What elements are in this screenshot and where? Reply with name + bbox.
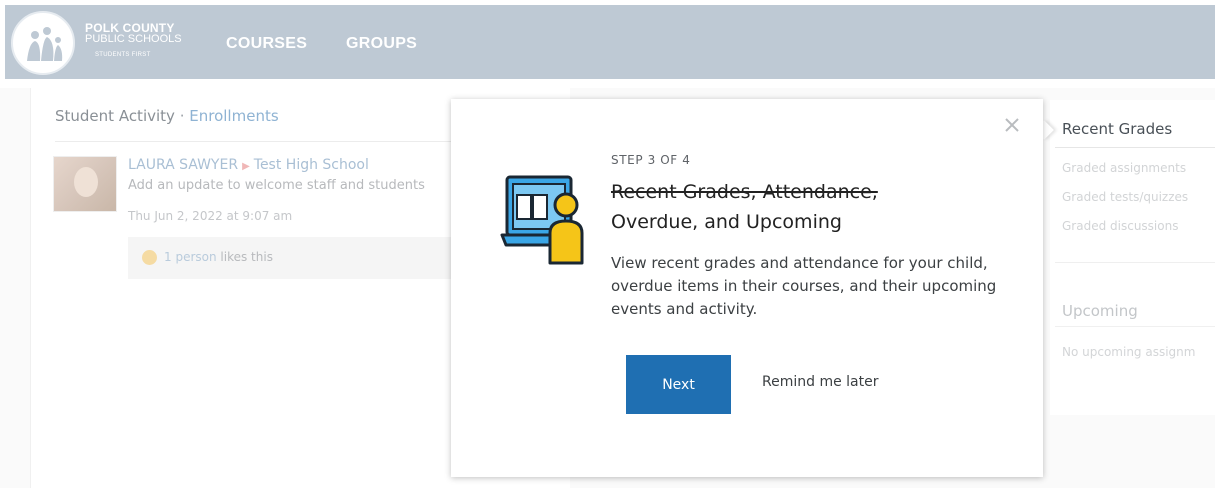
district-logo-icon[interactable] [11, 11, 75, 75]
recent-grades-title: Recent Grades [1062, 120, 1173, 138]
upcoming-empty-text: No upcoming assignm [1062, 345, 1196, 359]
post-header: LAURA SAWYER ▶ Test High School [128, 157, 369, 173]
avatar-face [74, 167, 98, 197]
graded-assignments-link[interactable]: Graded assignments [1062, 161, 1186, 175]
graded-tests-link[interactable]: Graded tests/quizzes [1062, 190, 1188, 204]
upcoming-title: Upcoming [1062, 302, 1138, 320]
close-icon[interactable] [1003, 116, 1021, 134]
enrollments-link[interactable]: Enrollments [189, 107, 278, 125]
avatar[interactable] [53, 156, 117, 212]
nav-groups[interactable]: GROUPS [346, 35, 417, 53]
likes-suffix: likes this [220, 250, 273, 264]
tour-step-indicator: STEP 3 OF 4 [611, 153, 691, 167]
activity-heading: Student Activity · Enrollments [55, 107, 279, 125]
smile-icon [142, 250, 157, 265]
sidebar-divider [1055, 262, 1215, 263]
activity-divider [55, 141, 475, 142]
likes-box: 1 person likes this [128, 237, 458, 279]
next-button[interactable]: Next [626, 355, 731, 414]
title-separator: · [179, 107, 185, 125]
post-date: Thu Jun 2, 2022 at 9:07 am [128, 209, 293, 223]
activity-title: Student Activity [55, 107, 175, 125]
upcoming-divider [1055, 326, 1215, 327]
tour-description: View recent grades and attendance for yo… [611, 254, 997, 318]
graded-discussions-link[interactable]: Graded discussions [1062, 219, 1178, 233]
district-name: POLK COUNTY PUBLIC SCHOOLS STUDENTS FIRS… [85, 22, 182, 58]
post-author-link[interactable]: LAURA SAWYER [128, 157, 238, 173]
likes-count-link[interactable]: 1 person [164, 250, 217, 264]
remind-later-button[interactable]: Remind me later [762, 374, 878, 390]
arrow-right-icon: ▶ [242, 161, 250, 172]
post-school-link[interactable]: Test High School [254, 157, 369, 173]
nav-courses[interactable]: COURSES [226, 35, 307, 53]
tour-title-struck: Recent Grades, Attendance, [611, 181, 878, 203]
laptop-student-icon [500, 175, 590, 269]
tour-title: Overdue, and Upcoming [611, 211, 842, 233]
district-tagline: STUDENTS FIRST [95, 52, 151, 58]
post-body: Add an update to welcome staff and stude… [128, 178, 425, 193]
district-name-line2: PUBLIC SCHOOLS [85, 33, 182, 45]
likes-text: 1 person likes this [164, 250, 273, 264]
top-bar: POLK COUNTY PUBLIC SCHOOLS STUDENTS FIRS… [0, 0, 1215, 88]
header-band: POLK COUNTY PUBLIC SCHOOLS STUDENTS FIRS… [5, 5, 1215, 79]
recent-grades-divider [1055, 147, 1215, 148]
